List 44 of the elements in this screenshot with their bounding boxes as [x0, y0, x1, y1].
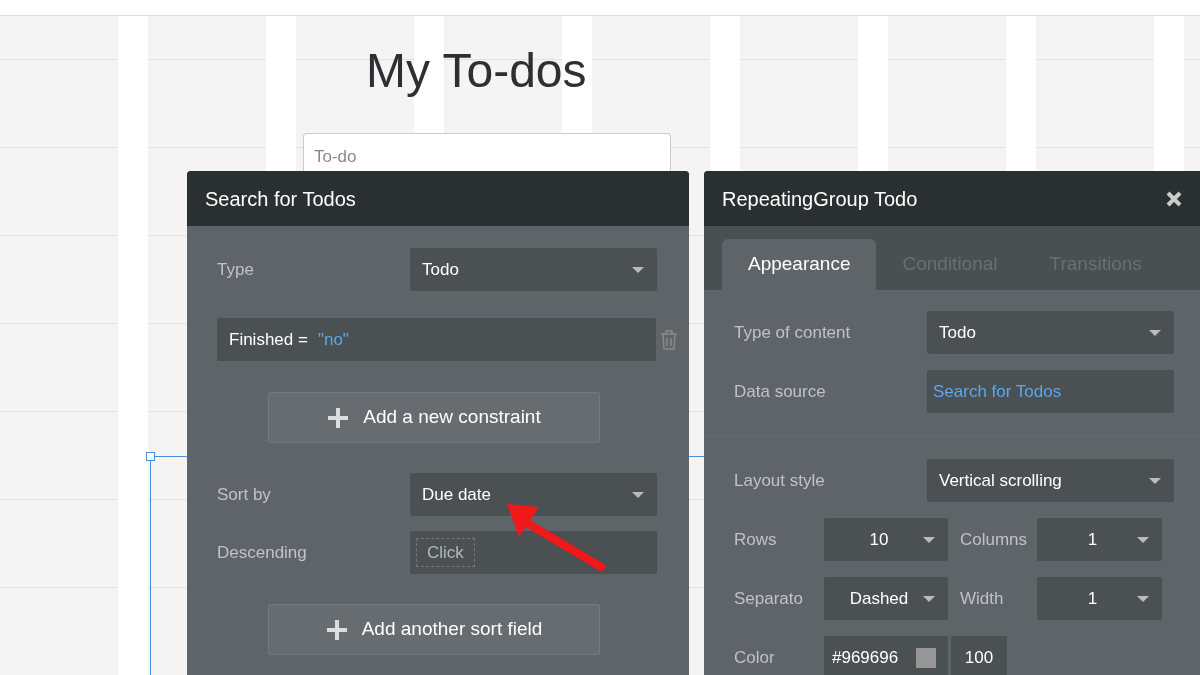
opacity-field[interactable]: 100: [951, 636, 1007, 675]
field-label: Color: [734, 646, 776, 669]
plus-icon: [325, 618, 348, 641]
trash-icon[interactable]: [660, 329, 678, 350]
field-label: Descending: [217, 541, 308, 564]
field-label: Sort by: [217, 483, 272, 506]
caret-icon: [922, 535, 936, 544]
checkbox-field[interactable]: Click: [410, 531, 657, 574]
field-label: Layout style: [734, 469, 826, 492]
caret-icon: [1148, 328, 1162, 337]
dropdown[interactable]: Todo: [927, 311, 1174, 354]
panel-title: Search for Todos: [187, 171, 689, 226]
caret-icon: [631, 265, 645, 274]
color-field[interactable]: #969696: [824, 636, 948, 675]
dropdown[interactable]: Due date: [410, 473, 657, 516]
field-label: Width: [959, 587, 1005, 610]
dropdown[interactable]: Vertical scrolling: [927, 459, 1174, 502]
caret-icon: [1136, 535, 1150, 544]
field-label: Separato: [734, 587, 804, 610]
field-label: Type of content: [734, 321, 852, 344]
caret-icon: [1148, 476, 1162, 485]
caret-icon: [1136, 594, 1150, 603]
field-label: Columns: [959, 528, 1029, 551]
dropdown[interactable]: 10: [824, 518, 948, 561]
field-label: Data source: [734, 380, 827, 403]
dropdown[interactable]: Dashed: [824, 577, 948, 620]
field-label: Rows: [734, 528, 778, 551]
tab[interactable]: Appearance: [722, 239, 877, 290]
dropdown[interactable]: 1: [1037, 577, 1162, 620]
caret-icon: [922, 594, 936, 603]
add-button[interactable]: Add another sort field: [268, 604, 600, 655]
constraint-field[interactable]: Finished = "no": [217, 318, 656, 361]
page-title: My To-dos: [366, 43, 587, 99]
add-button[interactable]: Add a new constraint: [268, 392, 600, 443]
close-icon[interactable]: [1166, 190, 1182, 207]
field-label: Type: [217, 258, 255, 281]
color-swatch[interactable]: [916, 647, 936, 668]
plus-icon: [327, 406, 350, 429]
panel-title: RepeatingGroup Todo: [722, 186, 918, 212]
dropdown[interactable]: Todo: [410, 248, 657, 291]
dropdown[interactable]: 1: [1037, 518, 1162, 561]
resize-handle[interactable]: [146, 452, 155, 461]
caret-icon: [631, 490, 645, 499]
text-input[interactable]: To-do: [303, 133, 671, 171]
